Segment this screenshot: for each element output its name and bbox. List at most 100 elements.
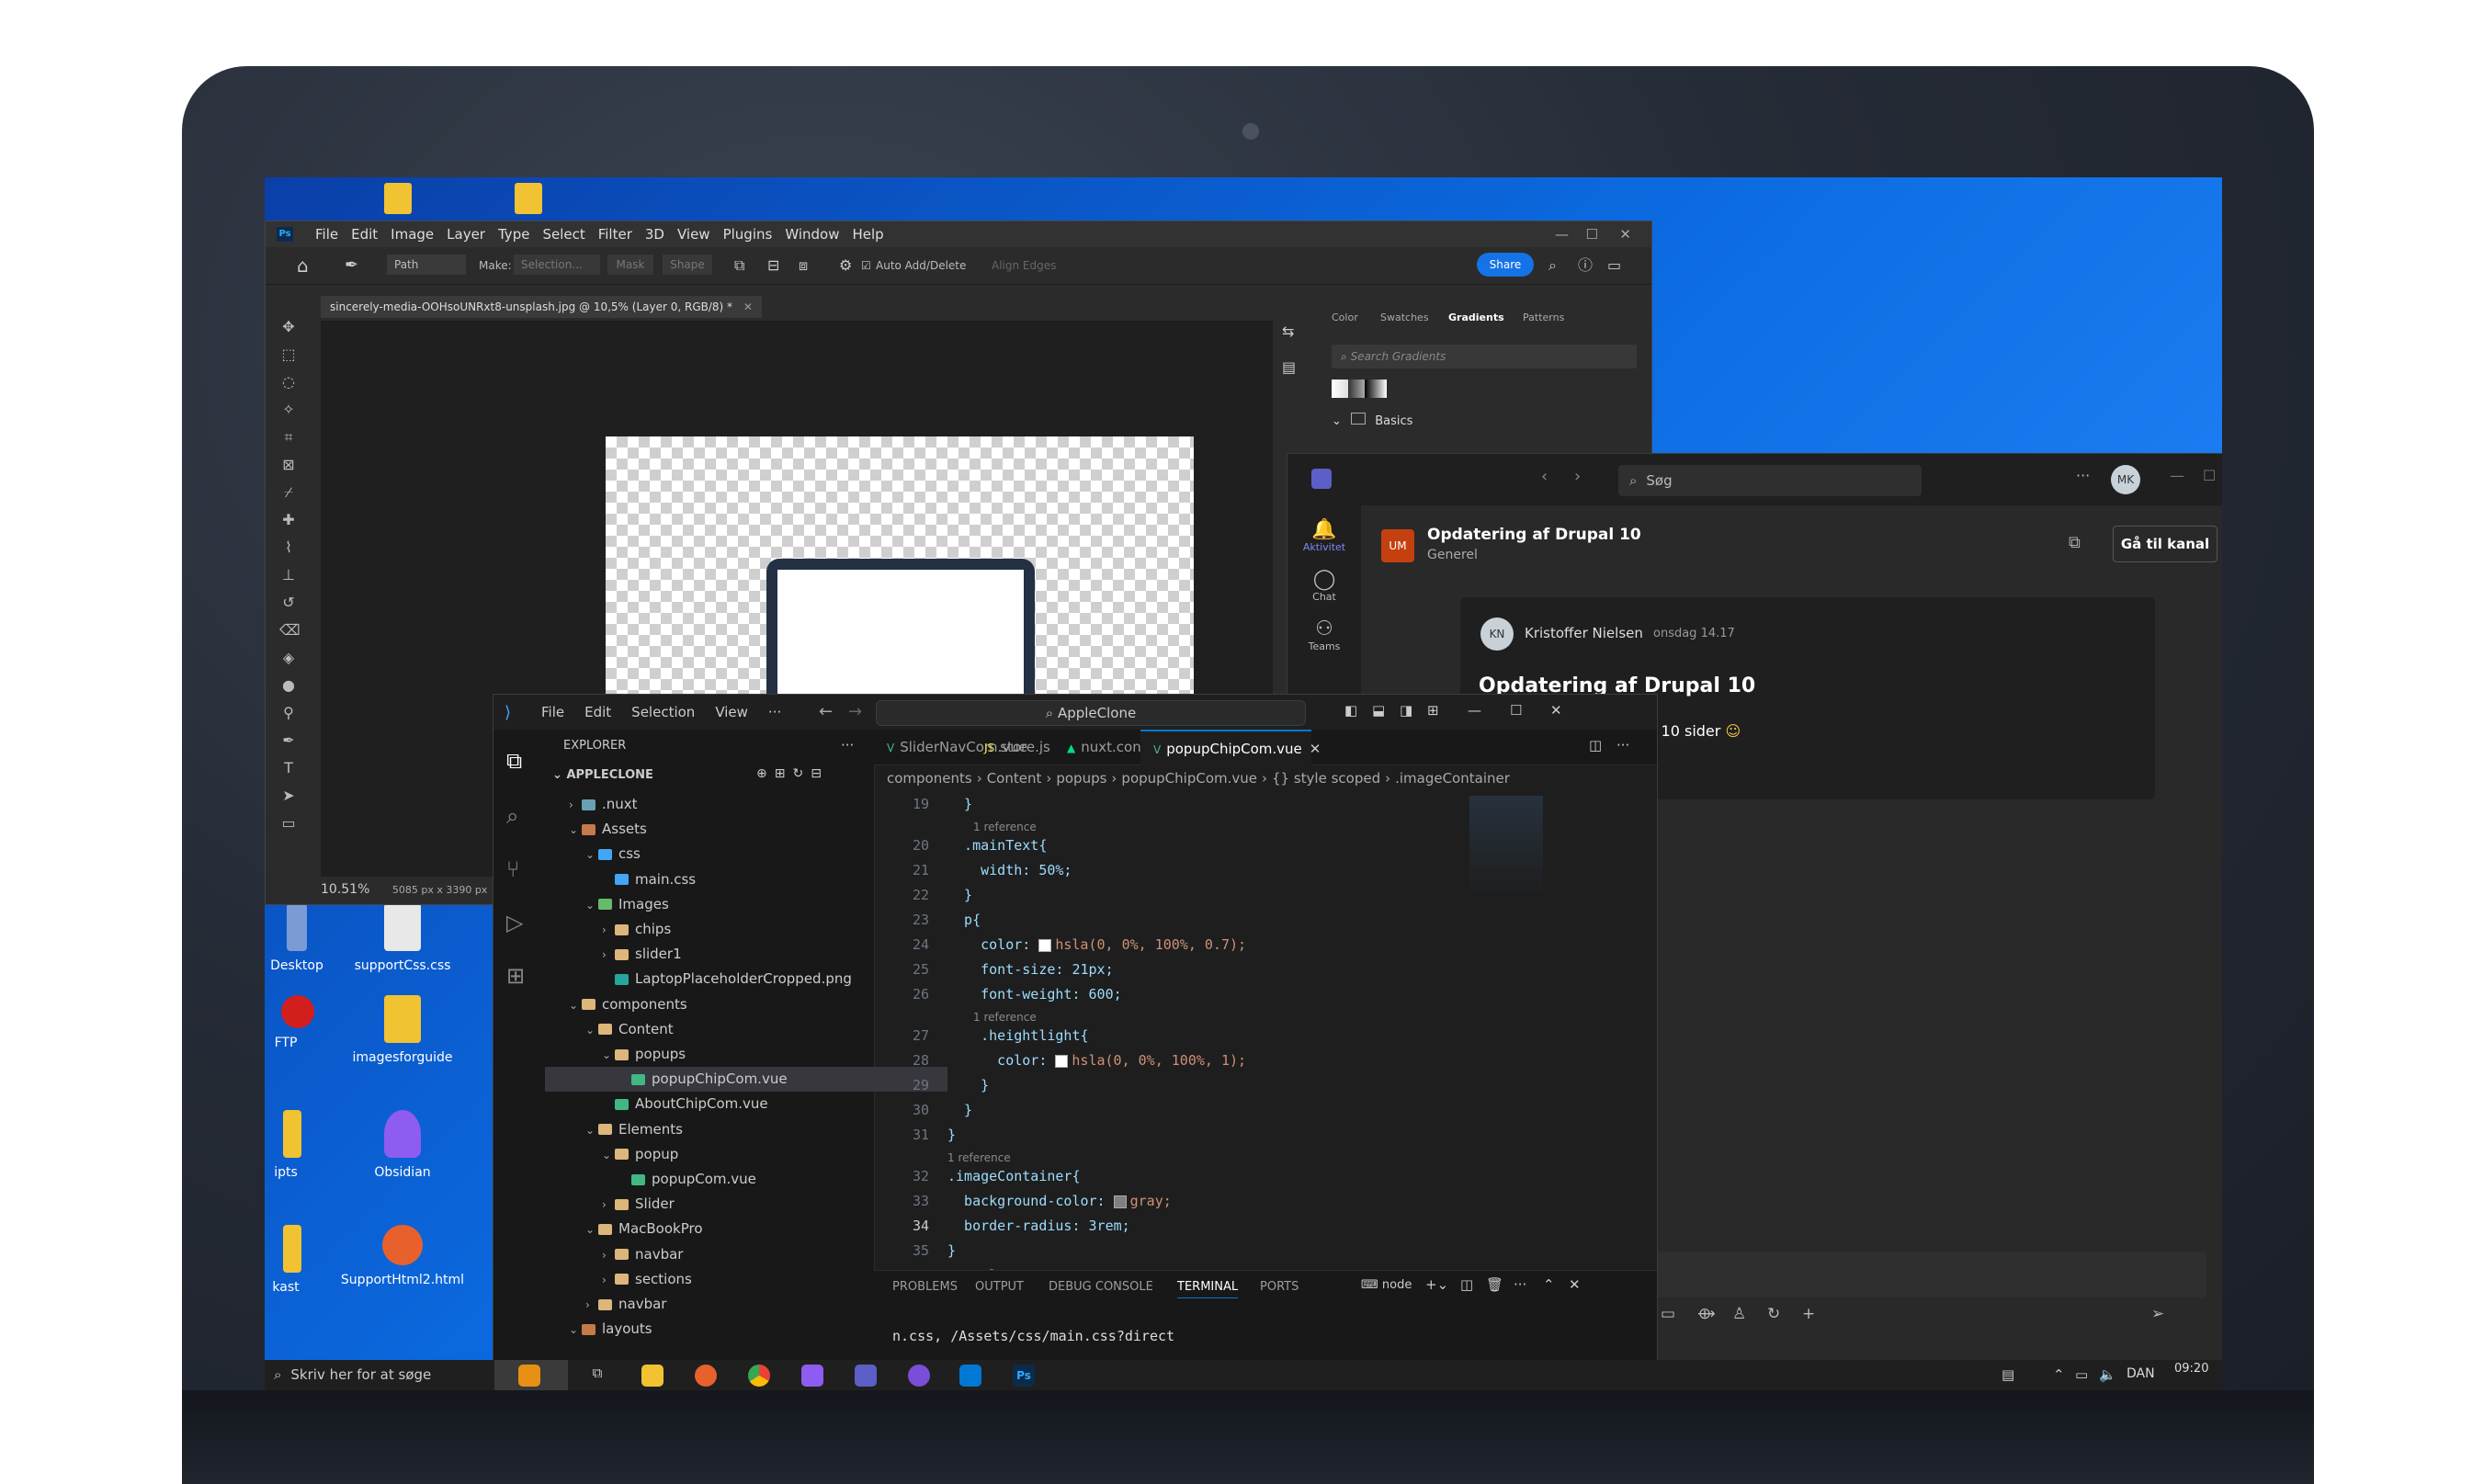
tree-item[interactable]: › .nuxt	[545, 792, 898, 817]
minimize-icon[interactable]: —	[1468, 702, 1481, 719]
marquee-tool-icon[interactable]: ⬚	[279, 346, 298, 364]
path-arrangement-icon[interactable]: ⧈	[799, 247, 808, 284]
task-view-icon[interactable]: ⧉	[586, 1365, 608, 1387]
breadcrumb-item[interactable]: popupChipCom.vue	[1121, 770, 1257, 787]
bucket-tool-icon[interactable]: ◈	[279, 649, 298, 667]
file-explorer-icon[interactable]	[641, 1365, 664, 1387]
language-indicator[interactable]: DAN	[2127, 1366, 2155, 1381]
chevron-up-icon[interactable]: ⌃	[1543, 1276, 1555, 1293]
video-icon[interactable]: ▭	[1661, 1305, 1675, 1323]
pen-tool-icon[interactable]: ✒	[279, 731, 298, 750]
back-icon[interactable]: ‹	[1541, 467, 1548, 486]
search-icon[interactable]: ⌕	[1548, 247, 1557, 284]
gradient-group[interactable]: ⌄ Basics	[1332, 413, 1412, 428]
chrome-icon[interactable]	[748, 1365, 770, 1387]
add-icon[interactable]: +⌄	[1425, 1276, 1448, 1293]
ps-menu-item[interactable]: 3D	[645, 226, 664, 243]
path-operations-icon[interactable]: ⧉	[734, 247, 744, 284]
desktop-icon[interactable]: imagesforguide	[334, 995, 471, 1065]
code-lens[interactable]: 1 reference	[947, 1151, 1011, 1164]
editor-tab[interactable]: VpopupChipCom.vue ✕	[1140, 730, 1321, 766]
breadcrumb-item[interactable]: .imageContainer	[1395, 770, 1510, 787]
go-to-channel-button[interactable]: Gå til kanal	[2113, 526, 2217, 562]
auto-add-checkbox[interactable]: ☑	[861, 247, 871, 284]
dodge-tool-icon[interactable]: ⚲	[279, 704, 298, 722]
maximize-icon[interactable]: ☐	[1586, 221, 1598, 247]
color-swatch[interactable]	[1055, 1054, 1069, 1068]
search-input[interactable]: ⌕ Søg	[1618, 465, 1922, 496]
notification-icon[interactable]: ▤	[2002, 1366, 2014, 1383]
close-icon[interactable]: ✕	[1569, 1276, 1581, 1293]
editor-tab[interactable]: ▲ nuxt.config.ts	[1054, 730, 1175, 765]
forward-icon[interactable]: ›	[1574, 467, 1581, 486]
rail-item-teams[interactable]: ⚇ Teams	[1287, 617, 1361, 652]
history-brush-icon[interactable]: ↺	[279, 594, 298, 612]
tree-item[interactable]: ⌄ layouts	[545, 1317, 898, 1342]
vscode-menu-item[interactable]: View	[715, 704, 748, 720]
layout-icon[interactable]: ⊞	[1427, 702, 1439, 719]
tree-item[interactable]: › slider1	[545, 942, 931, 967]
ps-menu-item[interactable]: Window	[785, 226, 839, 243]
panel-tab[interactable]: Color	[1332, 312, 1358, 323]
toggle-secondary-sidebar-icon[interactable]: ◨	[1400, 702, 1412, 719]
ps-menu-item[interactable]: Layer	[447, 226, 485, 243]
tree-item[interactable]: › Slider	[545, 1192, 931, 1217]
desktop-icon[interactable]: SupportHtml2.html	[334, 1225, 471, 1287]
tree-item[interactable]: › chips	[545, 917, 931, 942]
chevron-up-icon[interactable]: ⌃	[2053, 1366, 2065, 1383]
ps-menu-item[interactable]: Edit	[351, 226, 378, 243]
pen-tool-icon[interactable]: ✒	[345, 247, 358, 284]
panel-tab[interactable]: TERMINAL	[1177, 1280, 1239, 1298]
add-icon[interactable]: +	[1802, 1305, 1815, 1323]
ps-menu-item[interactable]: Plugins	[723, 226, 773, 243]
rectangle-tool-icon[interactable]: ▭	[279, 814, 298, 833]
close-icon[interactable]: ✕	[1550, 702, 1562, 719]
healing-tool-icon[interactable]: ✚	[279, 511, 298, 529]
more-icon[interactable]: ···	[1514, 1276, 1526, 1293]
shape-button[interactable]: Shape	[663, 255, 712, 275]
maximize-icon[interactable]: ☐	[1510, 702, 1522, 719]
more-icon[interactable]: ···	[2076, 467, 2090, 484]
network-icon[interactable]: ▭	[2075, 1366, 2088, 1383]
ps-menu-item[interactable]: Type	[498, 226, 529, 243]
search-icon[interactable]: ⌕	[506, 803, 518, 829]
panel-tab[interactable]: Patterns	[1523, 312, 1564, 323]
loop-icon[interactable]: ⟴	[1697, 1305, 1716, 1323]
eyedropper-tool-icon[interactable]: ⌿	[279, 483, 298, 502]
tree-item[interactable]: › navbar	[545, 1242, 931, 1267]
vscode-menu-item[interactable]: File	[541, 704, 564, 720]
desktop-icon[interactable]: supportCss.css	[334, 903, 471, 973]
github-icon[interactable]	[908, 1365, 930, 1387]
explorer-actions[interactable]: ⊕⊞↻⊟	[756, 766, 829, 781]
selection-button[interactable]: Selection...	[514, 255, 600, 275]
breadcrumb-item[interactable]: popups	[1056, 770, 1106, 787]
editor-tab[interactable]: JS store.js	[971, 730, 1054, 765]
command-center-search[interactable]: ⌕ AppleClone	[876, 700, 1306, 726]
eraser-tool-icon[interactable]: ⌫	[279, 621, 301, 640]
clock[interactable]: 09:20	[2174, 1362, 2208, 1376]
brush-tool-icon[interactable]: ⌇	[279, 538, 298, 557]
tree-item[interactable]: ⌄ Images	[545, 892, 914, 917]
path-selection-tool-icon[interactable]: ➤	[279, 787, 298, 805]
praise-icon[interactable]: ♙	[1732, 1305, 1746, 1323]
stamp-tool-icon[interactable]: ⊥	[279, 566, 298, 584]
tree-item[interactable]: main.css	[545, 867, 931, 892]
close-icon[interactable]: ✕	[1310, 741, 1321, 757]
minimize-icon[interactable]: —	[2170, 467, 2184, 484]
document-tab[interactable]: sincerely-media-OOHsoUNRxt8-unsplash.jpg…	[321, 296, 762, 318]
crop-tool-icon[interactable]: ⌗	[279, 428, 298, 447]
rail-item-activity[interactable]: 🔔 Aktivitet	[1287, 518, 1361, 553]
tree-item[interactable]: ⌄ Assets	[545, 817, 898, 842]
color-swatch[interactable]	[1113, 1195, 1127, 1208]
panel-tab[interactable]: PORTS	[1260, 1280, 1299, 1294]
send-icon[interactable]: ➢	[2151, 1305, 2164, 1323]
tree-item[interactable]: › navbar	[545, 1292, 914, 1317]
comments-panel-icon[interactable]: ▤	[1282, 358, 1300, 376]
close-icon[interactable]: ✕	[1619, 221, 1631, 247]
folder-icon[interactable]	[384, 183, 412, 214]
more-icon[interactable]: ···	[1616, 737, 1629, 753]
magic-wand-tool-icon[interactable]: ✧	[279, 401, 298, 419]
trash-icon[interactable]: 🗑	[1486, 1276, 1503, 1293]
ps-menu-item[interactable]: Filter	[598, 226, 632, 243]
code-lens[interactable]: 1 reference	[973, 1011, 1037, 1024]
